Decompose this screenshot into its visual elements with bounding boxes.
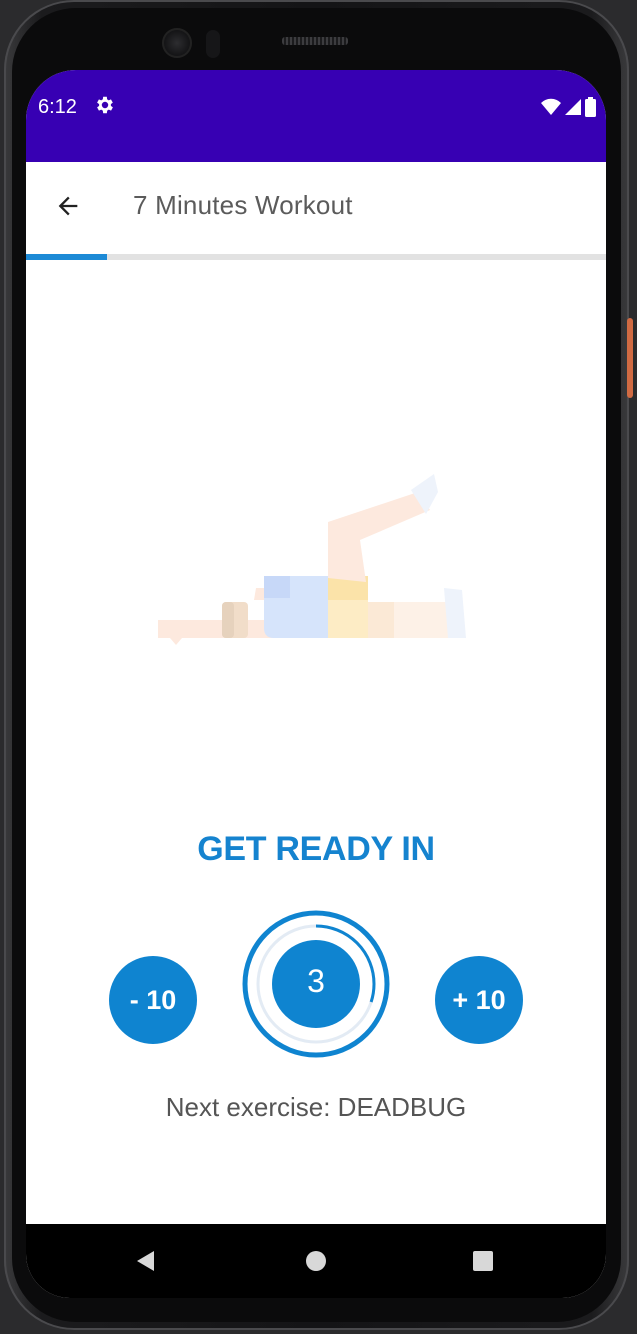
next-exercise-label: Next exercise: DEADBUG: [165, 1092, 467, 1122]
plus-10-button[interactable]: + 10: [435, 956, 523, 1044]
minus-10-button[interactable]: - 10: [109, 956, 197, 1044]
nav-home-button[interactable]: [301, 1246, 331, 1276]
status-bar: 6:12: [26, 70, 606, 162]
deadbug-exercise-illustration: [156, 470, 476, 650]
square-recents-icon: [473, 1251, 493, 1271]
screen: 6:12 7 Minutes Workout GET READY IN - 10…: [26, 70, 606, 1298]
power-button[interactable]: [627, 318, 633, 398]
wifi-icon: [541, 98, 561, 115]
cell-signal-icon: [565, 99, 581, 115]
rest-timer: 3: [242, 910, 390, 1058]
get-ready-heading: GET READY IN: [197, 830, 435, 868]
nav-recents-button[interactable]: [468, 1246, 498, 1276]
battery-icon: [585, 97, 596, 117]
app-bar: 7 Minutes Workout: [26, 162, 606, 254]
arrow-left-icon: [58, 196, 78, 216]
status-icons: [541, 96, 596, 118]
status-time: 6:12: [38, 96, 77, 118]
back-button[interactable]: [50, 188, 86, 224]
earpiece-speaker: [282, 37, 348, 45]
circle-home-icon: [306, 1251, 326, 1271]
exercise-progress-fill: [26, 254, 108, 260]
nav-back-button[interactable]: [132, 1246, 162, 1276]
gear-icon: [94, 94, 116, 116]
system-nav-bar: [26, 1224, 606, 1298]
timer-value: 3: [307, 962, 325, 999]
proximity-sensor: [206, 30, 220, 58]
triangle-back-icon: [137, 1251, 154, 1271]
page-title: 7 Minutes Workout: [133, 190, 353, 220]
exercise-progress-bar: [26, 254, 606, 260]
front-camera: [162, 28, 192, 58]
